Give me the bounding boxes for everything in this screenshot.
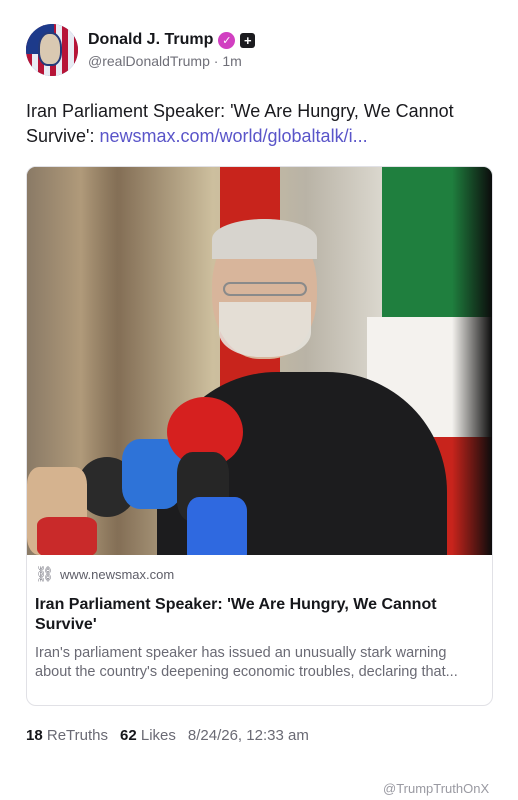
time-ago: 1m [222,53,242,69]
user-info: Donald J. Trump ✓ + @realDonaldTrump · 1… [88,31,256,69]
separator-dot: · [213,53,219,69]
retruths-label: ReTruths [46,727,108,744]
name-row: Donald J. Trump ✓ + [88,31,256,49]
post-header: Donald J. Trump ✓ + @realDonaldTrump · 1… [26,24,256,76]
likes-label: Likes [140,727,176,744]
likes-count: 62 [120,727,137,744]
link-preview-image [27,167,492,555]
user-handle[interactable]: @realDonaldTrump [88,53,210,69]
post-link[interactable]: newsmax.com/world/globaltalk/i... [99,126,367,146]
link-preview-description: Iran's parliament speaker has issued an … [35,645,458,680]
handle-row: @realDonaldTrump · 1m [88,53,255,69]
link-preview-card[interactable]: ⛓ www.newsmax.com Iran Parliament Speake… [26,166,493,706]
link-domain-row: ⛓ www.newsmax.com [35,567,484,582]
photo-speaker-beard [219,302,311,357]
plus-icon[interactable]: + [240,32,256,48]
avatar[interactable] [26,24,78,76]
link-chain-icon: ⛓ [35,566,55,583]
display-name[interactable]: Donald J. Trump [88,31,213,49]
retruths-count: 18 [26,727,43,744]
watermark: @TrumpTruthOnX [383,781,490,796]
link-preview-title[interactable]: Iran Parliament Speaker: 'We Are Hungry,… [35,595,484,635]
photo-microphone [187,497,247,555]
likes-stat[interactable]: 62 Likes [120,727,176,744]
retruths-stat[interactable]: 18 ReTruths [26,727,108,744]
link-domain: www.newsmax.com [60,567,175,582]
photo-speaker-hair [212,219,317,259]
post-timestamp: 8/24/26, 12:33 am [187,727,309,744]
link-preview-body: ⛓ www.newsmax.com Iran Parliament Speake… [27,555,492,682]
photo-microphone [37,517,97,555]
photo-speaker-glasses [223,282,307,296]
photo-dark-edge [452,167,492,555]
verified-badge-icon: ✓ [218,31,236,49]
post-stats: 18 ReTruths 62 Likes 8/24/26, 12:33 am [26,727,309,744]
avatar-portrait [38,32,62,66]
post-text: Iran Parliament Speaker: 'We Are Hungry,… [26,99,496,149]
